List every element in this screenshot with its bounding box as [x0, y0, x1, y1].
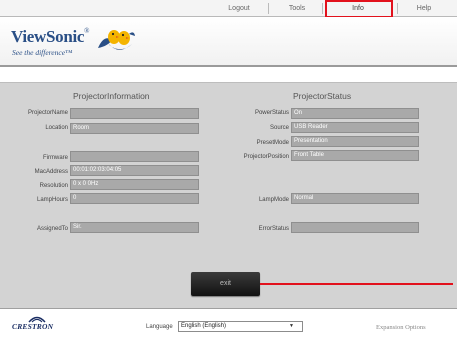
- presetmode-field: Presentation: [291, 136, 419, 147]
- assignedto-field: Sir.: [70, 222, 199, 233]
- field-label-macaddress: MacAddress: [34, 169, 68, 175]
- projector-status-title: ProjectorStatus: [293, 91, 352, 101]
- brand-name: ViewSonic: [11, 27, 85, 46]
- brand-tagline: See the difference™: [12, 48, 73, 57]
- nav-logout[interactable]: Logout: [218, 0, 260, 17]
- nav-info-highlight: [325, 0, 393, 18]
- field-label-projectorposition: ProjectorPosition: [243, 154, 289, 160]
- field-label-resolution: Resolution: [39, 183, 68, 189]
- field-label-powerstatus: PowerStatus: [254, 110, 289, 116]
- brand-trademark: ®: [84, 27, 90, 35]
- nav-separator: [268, 3, 269, 14]
- brand-logo: ViewSonic®: [11, 27, 90, 47]
- field-label-lamphours: LampHours: [36, 197, 68, 203]
- errorstatus-field: [291, 222, 419, 233]
- projectorposition-field: Front Table: [291, 150, 419, 161]
- source-field: USB Reader: [291, 122, 419, 133]
- language-select-value: English (English): [181, 323, 227, 329]
- field-label-projectorname: ProjectorName: [27, 110, 68, 116]
- field-label-lampmode: LampMode: [258, 197, 289, 203]
- nav-separator: [397, 3, 398, 14]
- footer: CRESTRON Language English (English) ▼ Ex…: [0, 308, 457, 341]
- field-label-assignedto: AssignedTo: [36, 226, 68, 232]
- crestron-logo: CRESTRON: [12, 322, 54, 331]
- resolution-field: 0 x 0 0Hz: [70, 179, 199, 190]
- nav-help[interactable]: Help: [404, 0, 444, 17]
- field-label-presetmode: PresetMode: [256, 140, 289, 146]
- language-label: Language: [146, 324, 173, 330]
- macaddress-field: 00:01:02:03:04:05: [70, 165, 199, 176]
- chevron-down-icon: ▼: [289, 323, 294, 329]
- projectorname-field: [70, 108, 199, 119]
- language-select[interactable]: English (English) ▼: [178, 321, 303, 332]
- expansion-options-link[interactable]: Expansion Options: [376, 324, 426, 331]
- field-label-location: Location: [45, 125, 68, 131]
- lamphours-field: 0: [70, 193, 199, 204]
- powerstatus-field: On: [291, 108, 419, 119]
- field-label-source: Source: [269, 125, 289, 131]
- location-field: Room: [70, 123, 199, 134]
- birds-logo-icon: [98, 30, 135, 50]
- lampmode-field: Normal: [291, 193, 419, 204]
- firmware-field: [70, 151, 199, 162]
- field-label-errorstatus: ErrorStatus: [258, 226, 289, 232]
- nav-separator: [322, 3, 323, 14]
- field-label-firmware: Firmware: [43, 155, 68, 161]
- exit-callout-line: [260, 283, 453, 285]
- nav-tools[interactable]: Tools: [276, 0, 318, 17]
- projector-information-title: ProjectorInformation: [73, 91, 150, 101]
- brand-banner: ViewSonic® See the difference™: [0, 17, 457, 67]
- exit-button[interactable]: exit: [191, 272, 260, 296]
